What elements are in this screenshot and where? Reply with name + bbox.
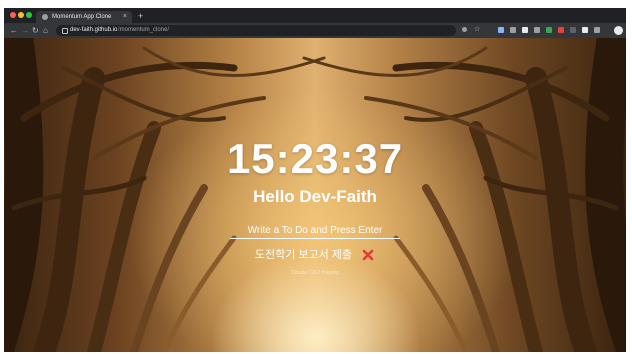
todo-item: 도전학기 보고서 제출 (4, 248, 626, 262)
location-icon[interactable] (462, 27, 467, 32)
extension-icon[interactable] (558, 27, 564, 33)
address-bar[interactable]: dev-faith.github.io /momentum_clone/ (56, 25, 456, 36)
extension-icon[interactable] (522, 27, 528, 33)
greeting: Hello Dev-Faith (253, 187, 377, 206)
reload-icon[interactable]: ↻ (32, 25, 39, 36)
maximize-window-icon[interactable] (26, 12, 32, 18)
browser-window: Momentum App Clone × + ← → ↻ ⌂ dev-faith… (4, 8, 626, 352)
tab-title: Momentum App Clone (52, 14, 112, 20)
extension-icon[interactable] (546, 27, 552, 33)
tab-close-icon[interactable]: × (123, 12, 127, 22)
profile-avatar[interactable] (614, 26, 623, 35)
extension-icon[interactable] (534, 27, 540, 33)
home-icon[interactable]: ⌂ (43, 25, 48, 36)
browser-toolbar: ← → ↻ ⌂ dev-faith.github.io /momentum_cl… (4, 23, 626, 38)
minimize-window-icon[interactable] (18, 12, 24, 18)
url-host: dev-faith.github.io (70, 27, 118, 33)
extension-icon[interactable] (570, 27, 576, 33)
clock: 15:23:37 (226, 135, 404, 182)
todo-input[interactable] (230, 222, 400, 239)
todo-text: 도전학기 보고서 제출 (254, 249, 353, 262)
close-window-icon[interactable] (10, 12, 16, 18)
favicon-icon (42, 14, 48, 20)
tab-strip: Momentum App Clone × + (4, 8, 626, 23)
delete-todo-icon[interactable] (361, 248, 375, 262)
tab-momentum[interactable]: Momentum App Clone × (36, 11, 132, 23)
extension-icon[interactable] (510, 27, 516, 33)
weather-info: Clouds / 19.7 Hayang (290, 270, 340, 276)
extension-icon[interactable] (498, 27, 504, 33)
url-path: /momentum_clone/ (118, 27, 170, 33)
back-icon[interactable]: ← (10, 25, 18, 36)
extension-icon[interactable] (582, 27, 588, 33)
forward-icon[interactable]: → (21, 25, 29, 36)
momentum-page: 15:23:37 Hello Dev-Faith 도전학기 보고서 제출 Clo… (4, 38, 626, 352)
new-tab-button[interactable]: + (138, 11, 143, 21)
bookmark-star-icon[interactable]: ☆ (474, 25, 480, 33)
lock-icon[interactable] (62, 28, 68, 34)
extensions-puzzle-icon[interactable] (594, 27, 600, 33)
